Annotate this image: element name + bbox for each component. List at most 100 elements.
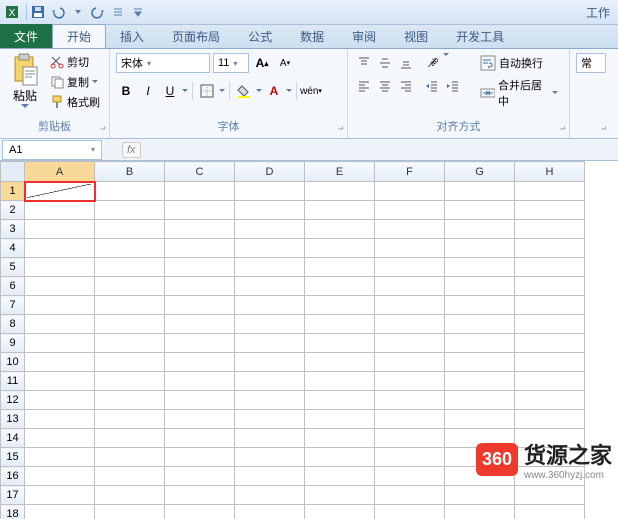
cell-G10[interactable] [445,353,515,372]
cell-C4[interactable] [165,239,235,258]
cell-D14[interactable] [235,429,305,448]
col-header-B[interactable]: B [95,162,165,182]
chevron-down-icon[interactable] [286,89,292,93]
cell-F13[interactable] [375,410,445,429]
row-header-7[interactable]: 7 [1,296,25,315]
row-header-14[interactable]: 14 [1,429,25,448]
cell-G8[interactable] [445,315,515,334]
cell-F14[interactable] [375,429,445,448]
cell-C7[interactable] [165,296,235,315]
cell-A17[interactable] [25,486,95,505]
cell-B3[interactable] [95,220,165,239]
tab-file[interactable]: 文件 [0,24,52,48]
cell-F3[interactable] [375,220,445,239]
cell-A4[interactable] [25,239,95,258]
cell-H17[interactable] [515,486,585,505]
cell-F1[interactable] [375,182,445,201]
cell-G11[interactable] [445,372,515,391]
row-header-12[interactable]: 12 [1,391,25,410]
row-header-8[interactable]: 8 [1,315,25,334]
cell-C6[interactable] [165,277,235,296]
cell-A13[interactable] [25,410,95,429]
cell-F16[interactable] [375,467,445,486]
tab-data[interactable]: 数据 [286,24,338,48]
cell-A10[interactable] [25,353,95,372]
cell-E4[interactable] [305,239,375,258]
cell-F7[interactable] [375,296,445,315]
underline-button[interactable]: U [160,81,180,101]
cell-F17[interactable] [375,486,445,505]
cell-D7[interactable] [235,296,305,315]
cell-E12[interactable] [305,391,375,410]
cell-C10[interactable] [165,353,235,372]
cell-C17[interactable] [165,486,235,505]
row-header-10[interactable]: 10 [1,353,25,372]
cell-H12[interactable] [515,391,585,410]
cell-H8[interactable] [515,315,585,334]
qat-more-1[interactable] [109,3,127,21]
cell-G13[interactable] [445,410,515,429]
cell-D15[interactable] [235,448,305,467]
cell-C13[interactable] [165,410,235,429]
format-painter-button[interactable]: 格式刷 [48,93,102,111]
cell-C12[interactable] [165,391,235,410]
paste-button[interactable]: 粘贴 [6,53,44,109]
cell-D5[interactable] [235,258,305,277]
cell-G16[interactable] [445,467,515,486]
cell-E11[interactable] [305,372,375,391]
qat-customize[interactable] [129,3,147,21]
cell-G3[interactable] [445,220,515,239]
cell-A1[interactable] [25,182,95,201]
cell-C15[interactable] [165,448,235,467]
cell-A14[interactable] [25,429,95,448]
cell-B13[interactable] [95,410,165,429]
cell-C16[interactable] [165,467,235,486]
cell-B17[interactable] [95,486,165,505]
cell-F8[interactable] [375,315,445,334]
cell-F6[interactable] [375,277,445,296]
cell-G6[interactable] [445,277,515,296]
align-center-button[interactable] [375,76,395,96]
increase-indent-button[interactable] [443,76,463,96]
cell-F9[interactable] [375,334,445,353]
shrink-font-button[interactable]: A▾ [275,53,295,73]
cell-C8[interactable] [165,315,235,334]
cell-E15[interactable] [305,448,375,467]
cell-H5[interactable] [515,258,585,277]
cell-B8[interactable] [95,315,165,334]
col-header-C[interactable]: C [165,162,235,182]
cell-A5[interactable] [25,258,95,277]
name-box[interactable]: A1 ▾ [2,140,102,160]
row-header-5[interactable]: 5 [1,258,25,277]
cell-D2[interactable] [235,201,305,220]
tab-review[interactable]: 审阅 [338,24,390,48]
cell-F5[interactable] [375,258,445,277]
cell-B11[interactable] [95,372,165,391]
undo-dropdown[interactable] [69,3,87,21]
cell-H4[interactable] [515,239,585,258]
tab-developer[interactable]: 开发工具 [442,24,518,48]
cell-D9[interactable] [235,334,305,353]
cell-H14[interactable] [515,429,585,448]
align-middle-button[interactable] [375,53,395,73]
cell-A3[interactable] [25,220,95,239]
cell-C1[interactable] [165,182,235,201]
italic-button[interactable]: I [138,81,158,101]
bold-button[interactable]: B [116,81,136,101]
cell-F2[interactable] [375,201,445,220]
cell-B9[interactable] [95,334,165,353]
cell-E1[interactable] [305,182,375,201]
cell-F11[interactable] [375,372,445,391]
cell-E13[interactable] [305,410,375,429]
font-size-combo[interactable]: 11▾ [213,53,249,73]
cell-H16[interactable] [515,467,585,486]
cell-B10[interactable] [95,353,165,372]
cell-D1[interactable] [235,182,305,201]
cell-B16[interactable] [95,467,165,486]
cell-A18[interactable] [25,505,95,519]
cell-G5[interactable] [445,258,515,277]
cell-B12[interactable] [95,391,165,410]
cell-A8[interactable] [25,315,95,334]
cell-C18[interactable] [165,505,235,519]
redo-button[interactable] [89,3,107,21]
